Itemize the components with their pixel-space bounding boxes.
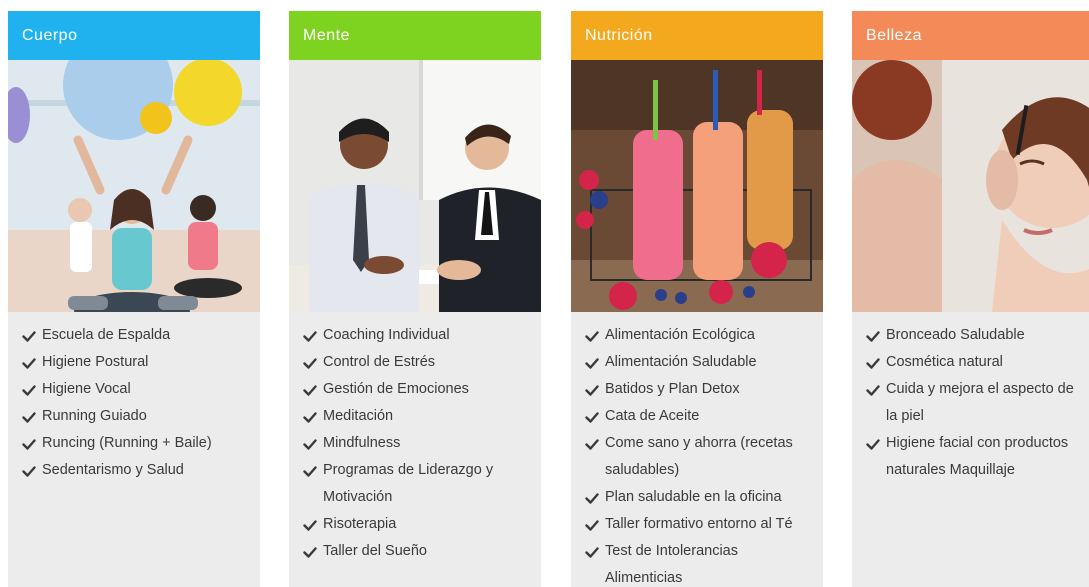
list-item[interactable]: Runcing (Running + Baile): [22, 430, 260, 457]
list-item[interactable]: Risoterapia: [303, 511, 541, 538]
card-mente: Mente Coaching Individual Control de Est…: [289, 11, 541, 587]
list-item[interactable]: Taller del Sueño: [303, 538, 541, 565]
check-icon: [866, 322, 880, 349]
list-item[interactable]: Coaching Individual: [303, 322, 541, 349]
list-item-label: Higiene Vocal: [42, 381, 131, 397]
list-item-label: Taller del Sueño: [323, 543, 427, 559]
list-item[interactable]: Meditación: [303, 403, 541, 430]
list-item-label: Alimentación Saludable: [605, 354, 757, 370]
check-icon: [585, 511, 599, 538]
list-item-label: Batidos y Plan Detox: [605, 381, 740, 397]
smoothies-image: [571, 60, 823, 312]
list-item[interactable]: Plan saludable en la oficina: [585, 484, 823, 511]
list-item[interactable]: Higiene Vocal: [22, 376, 260, 403]
card-belleza: Belleza Bronceado Saludable Cosmética na…: [852, 11, 1089, 587]
check-icon: [303, 349, 317, 376]
list-item-label: Higiene facial con productos naturales M…: [886, 435, 1069, 478]
check-icon: [585, 484, 599, 511]
check-icon: [866, 430, 880, 457]
card-title: Mente: [303, 27, 350, 44]
check-icon: [22, 349, 36, 376]
list-item[interactable]: Running Guiado: [22, 403, 260, 430]
list-item-label: Programas de Liderazgo y Motivación: [323, 462, 494, 505]
check-icon: [22, 430, 36, 457]
list-item-label: Risoterapia: [323, 516, 397, 532]
list-item[interactable]: Come sano y ahorra (recetas saludables): [585, 430, 823, 484]
check-icon: [22, 376, 36, 403]
card-header[interactable]: Nutrición: [571, 11, 823, 60]
makeup-image: [852, 60, 1089, 312]
list-item-label: Cuida y mejora el aspecto de la piel: [886, 381, 1074, 424]
card-title: Belleza: [866, 27, 922, 44]
check-icon: [585, 376, 599, 403]
check-icon: [866, 349, 880, 376]
list-item-label: Bronceado Saludable: [886, 327, 1025, 343]
list-item-label: Test de Intolerancias Alimenticias: [605, 543, 738, 586]
check-icon: [585, 538, 599, 565]
check-icon: [22, 457, 36, 484]
check-icon: [303, 322, 317, 349]
card-list: Alimentación Ecológica Alimentación Salu…: [571, 312, 823, 587]
list-item[interactable]: Programas de Liderazgo y Motivación: [303, 457, 541, 511]
fitness-class-image: [8, 60, 260, 312]
list-item[interactable]: Cata de Aceite: [585, 403, 823, 430]
check-icon: [585, 322, 599, 349]
check-icon: [303, 376, 317, 403]
list-item-label: Cosmética natural: [886, 354, 1003, 370]
list-item-label: Sedentarismo y Salud: [42, 462, 184, 478]
card-header[interactable]: Belleza: [852, 11, 1089, 60]
check-icon: [22, 403, 36, 430]
card-header[interactable]: Mente: [289, 11, 541, 60]
list-item[interactable]: Higiene facial con productos naturales M…: [866, 430, 1089, 484]
list-item[interactable]: Escuela de Espalda: [22, 322, 260, 349]
list-item-label: Meditación: [323, 408, 394, 424]
list-item[interactable]: Batidos y Plan Detox: [585, 376, 823, 403]
list-item[interactable]: Control de Estrés: [303, 349, 541, 376]
card-title: Nutrición: [585, 27, 653, 44]
card-list: Bronceado Saludable Cosmética natural Cu…: [852, 312, 1089, 484]
card-nutricion: Nutrición Alimentación Ecológica Aliment…: [571, 11, 823, 587]
check-icon: [303, 430, 317, 457]
check-icon: [585, 430, 599, 457]
check-icon: [585, 403, 599, 430]
check-icon: [303, 457, 317, 484]
business-meeting-image: [289, 60, 541, 312]
list-item-label: Mindfulness: [323, 435, 401, 451]
list-item-label: Escuela de Espalda: [42, 327, 171, 343]
check-icon: [866, 376, 880, 403]
check-icon: [585, 349, 599, 376]
list-item-label: Plan saludable en la oficina: [605, 489, 782, 505]
list-item-label: Taller formativo entorno al Té: [605, 516, 793, 532]
list-item-label: Runcing (Running + Baile): [42, 435, 212, 451]
list-item[interactable]: Mindfulness: [303, 430, 541, 457]
check-icon: [22, 322, 36, 349]
list-item-label: Cata de Aceite: [605, 408, 700, 424]
list-item[interactable]: Gestión de Emociones: [303, 376, 541, 403]
list-item[interactable]: Alimentación Saludable: [585, 349, 823, 376]
list-item[interactable]: Taller formativo entorno al Té: [585, 511, 823, 538]
list-item[interactable]: Higiene Postural: [22, 349, 260, 376]
list-item[interactable]: Cuida y mejora el aspecto de la piel: [866, 376, 1089, 430]
list-item[interactable]: Test de Intolerancias Alimenticias: [585, 538, 823, 587]
list-item[interactable]: Sedentarismo y Salud: [22, 457, 260, 484]
list-item-label: Come sano y ahorra (recetas saludables): [605, 435, 793, 478]
list-item-label: Control de Estrés: [323, 354, 436, 370]
card-cuerpo: Cuerpo Escuela de Espalda Higiene Postur…: [8, 11, 260, 587]
list-item-label: Running Guiado: [42, 408, 147, 424]
check-icon: [303, 403, 317, 430]
list-item[interactable]: Alimentación Ecológica: [585, 322, 823, 349]
list-item-label: Coaching Individual: [323, 327, 450, 343]
list-item-label: Alimentación Ecológica: [605, 327, 755, 343]
check-icon: [303, 538, 317, 565]
list-item-label: Gestión de Emociones: [323, 381, 469, 397]
card-title: Cuerpo: [22, 27, 78, 44]
check-icon: [303, 511, 317, 538]
card-header[interactable]: Cuerpo: [8, 11, 260, 60]
card-list: Coaching Individual Control de Estrés Ge…: [289, 312, 541, 565]
list-item[interactable]: Bronceado Saludable: [866, 322, 1089, 349]
card-list: Escuela de Espalda Higiene Postural Higi…: [8, 312, 260, 484]
list-item-label: Higiene Postural: [42, 354, 149, 370]
list-item[interactable]: Cosmética natural: [866, 349, 1089, 376]
